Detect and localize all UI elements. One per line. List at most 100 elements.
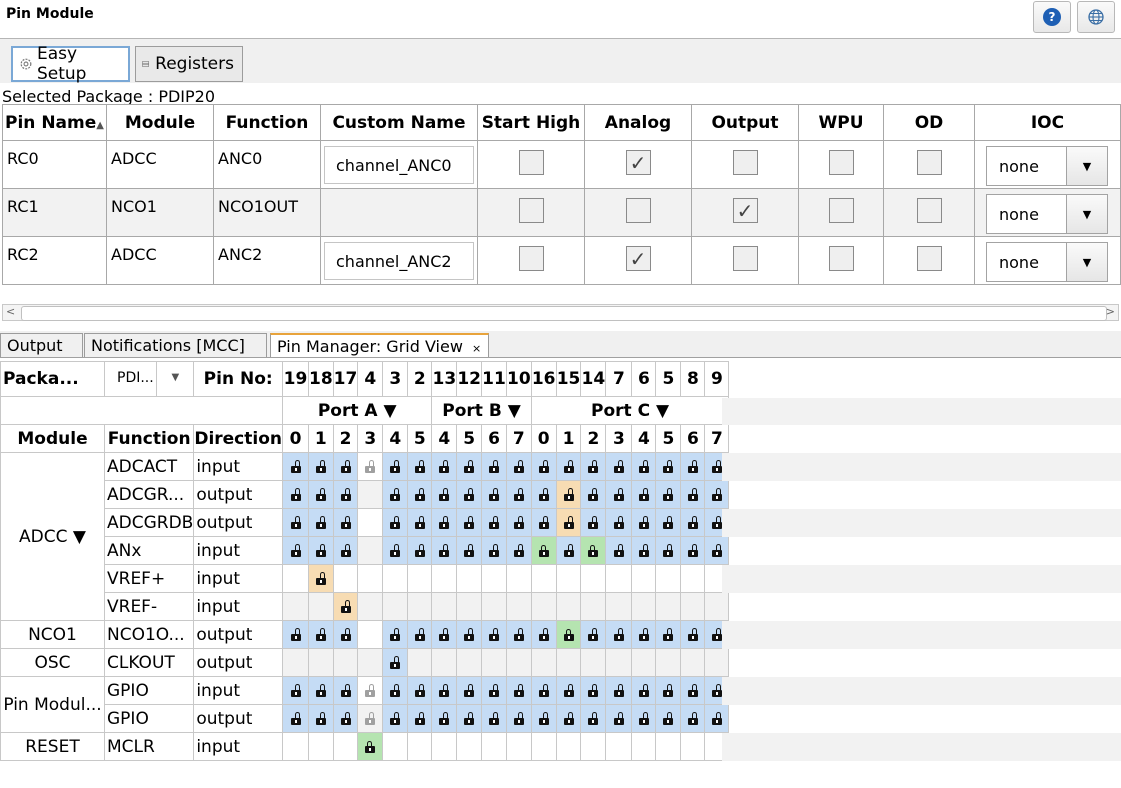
pin-cell[interactable] xyxy=(631,676,657,705)
output-checkbox[interactable] xyxy=(732,150,758,175)
col-header-start-high[interactable]: Start High xyxy=(477,104,585,141)
pin-cell[interactable] xyxy=(357,676,384,705)
pin-cell[interactable] xyxy=(530,704,557,733)
tab-output[interactable]: Output xyxy=(0,333,83,357)
pin-cell[interactable] xyxy=(580,508,607,537)
chevron-down-icon[interactable]: ▼ xyxy=(1066,195,1107,233)
custom-name-field[interactable]: channel_ANC2 xyxy=(324,242,474,280)
pin-cell[interactable] xyxy=(332,620,359,649)
pin-cell[interactable] xyxy=(282,480,309,509)
pin-cell[interactable] xyxy=(506,704,532,733)
pin-cell[interactable] xyxy=(605,704,633,733)
pin-cell[interactable] xyxy=(456,536,483,565)
pin-cell[interactable] xyxy=(382,620,409,649)
pin-cell[interactable] xyxy=(382,536,409,565)
pin-cell[interactable] xyxy=(580,676,607,705)
pin-cell[interactable] xyxy=(680,676,706,705)
pin-cell[interactable] xyxy=(530,480,557,509)
pin-cell[interactable] xyxy=(555,480,582,509)
pin-cell[interactable] xyxy=(655,480,682,509)
pin-cell[interactable] xyxy=(555,536,582,565)
pin-cell[interactable] xyxy=(704,704,730,733)
output-checkbox[interactable]: ✓ xyxy=(732,198,758,223)
globe-button[interactable] xyxy=(1077,1,1115,33)
ioc-dropdown[interactable]: none ▼ xyxy=(986,146,1108,186)
pin-cell[interactable] xyxy=(382,480,409,509)
pin-cell[interactable] xyxy=(704,536,730,565)
wpu-checkbox[interactable] xyxy=(828,246,854,271)
col-header-od[interactable]: OD xyxy=(883,104,975,141)
pin-cell[interactable] xyxy=(308,536,334,565)
tab-easy-setup[interactable]: Easy Setup xyxy=(11,44,130,84)
pin-cell[interactable] xyxy=(407,676,433,705)
pin-cell[interactable] xyxy=(282,676,309,705)
pin-cell[interactable] xyxy=(332,452,359,481)
pin-cell[interactable] xyxy=(631,480,657,509)
ioc-dropdown[interactable]: none ▼ xyxy=(986,242,1108,282)
analog-checkbox[interactable]: ✓ xyxy=(625,246,651,271)
pin-cell[interactable] xyxy=(456,508,483,537)
pin-cell[interactable] xyxy=(481,536,508,565)
pin-cell[interactable] xyxy=(431,480,458,509)
pin-cell[interactable] xyxy=(680,508,706,537)
pin-cell[interactable] xyxy=(680,704,706,733)
pin-cell[interactable] xyxy=(456,676,483,705)
pin-cell[interactable] xyxy=(631,620,657,649)
pin-cell[interactable] xyxy=(555,704,582,733)
port-header[interactable]: Port C ▼ xyxy=(530,396,730,425)
pin-cell[interactable] xyxy=(506,508,532,537)
pin-cell[interactable] xyxy=(357,452,384,481)
pin-cell[interactable] xyxy=(680,452,706,481)
module-cell[interactable]: NCO1 xyxy=(0,620,105,649)
pin-cell[interactable] xyxy=(481,704,508,733)
ioc-dropdown[interactable]: none ▼ xyxy=(986,194,1108,234)
pin-cell[interactable] xyxy=(506,480,532,509)
pin-cell[interactable] xyxy=(605,536,633,565)
pin-cell[interactable] xyxy=(506,452,532,481)
pin-cell[interactable] xyxy=(308,508,334,537)
scroll-left-icon[interactable]: < xyxy=(6,305,15,318)
pin-cell[interactable] xyxy=(680,620,706,649)
pin-cell[interactable] xyxy=(431,508,458,537)
pin-cell[interactable] xyxy=(680,480,706,509)
start-high-checkbox[interactable] xyxy=(518,150,544,175)
pin-cell[interactable] xyxy=(407,480,433,509)
pin-cell[interactable] xyxy=(481,480,508,509)
pin-cell[interactable] xyxy=(555,508,582,537)
pin-cell[interactable] xyxy=(308,676,334,705)
close-icon[interactable]: × xyxy=(472,342,481,355)
port-header[interactable]: Port A ▼ xyxy=(281,396,433,425)
pin-cell[interactable] xyxy=(481,508,508,537)
pin-cell[interactable] xyxy=(407,704,433,733)
pin-cell[interactable] xyxy=(605,620,633,649)
pin-cell[interactable] xyxy=(580,620,607,649)
pin-cell[interactable] xyxy=(580,704,607,733)
pin-cell[interactable] xyxy=(332,480,359,509)
pin-cell[interactable] xyxy=(530,620,557,649)
module-cell[interactable]: ADCC ▼ xyxy=(0,452,105,621)
module-cell[interactable]: RESET xyxy=(0,732,105,761)
pin-cell[interactable] xyxy=(431,620,458,649)
pin-cell[interactable] xyxy=(605,480,633,509)
pin-cell[interactable] xyxy=(580,536,607,565)
pin-cell[interactable] xyxy=(357,704,384,733)
pin-cell[interactable] xyxy=(431,676,458,705)
module-cell[interactable]: OSC xyxy=(0,648,105,677)
pin-cell[interactable] xyxy=(580,480,607,509)
pin-cell[interactable] xyxy=(605,676,633,705)
port-header[interactable]: Port B ▼ xyxy=(431,396,532,425)
wpu-checkbox[interactable] xyxy=(828,150,854,175)
pin-cell[interactable] xyxy=(382,704,409,733)
horizontal-scrollbar[interactable]: < > xyxy=(2,304,1119,321)
pin-cell[interactable] xyxy=(382,452,409,481)
pin-cell[interactable] xyxy=(282,704,309,733)
pin-cell[interactable] xyxy=(655,508,682,537)
pin-cell[interactable] xyxy=(605,508,633,537)
chevron-down-icon[interactable]: ▼ xyxy=(156,362,192,396)
chevron-down-icon[interactable]: ▼ xyxy=(1066,243,1107,281)
pin-cell[interactable] xyxy=(506,620,532,649)
scroll-right-icon[interactable]: > xyxy=(1106,305,1115,318)
wpu-checkbox[interactable] xyxy=(828,198,854,223)
pin-cell[interactable] xyxy=(456,480,483,509)
col-header-custom-name[interactable]: Custom Name xyxy=(320,104,478,141)
